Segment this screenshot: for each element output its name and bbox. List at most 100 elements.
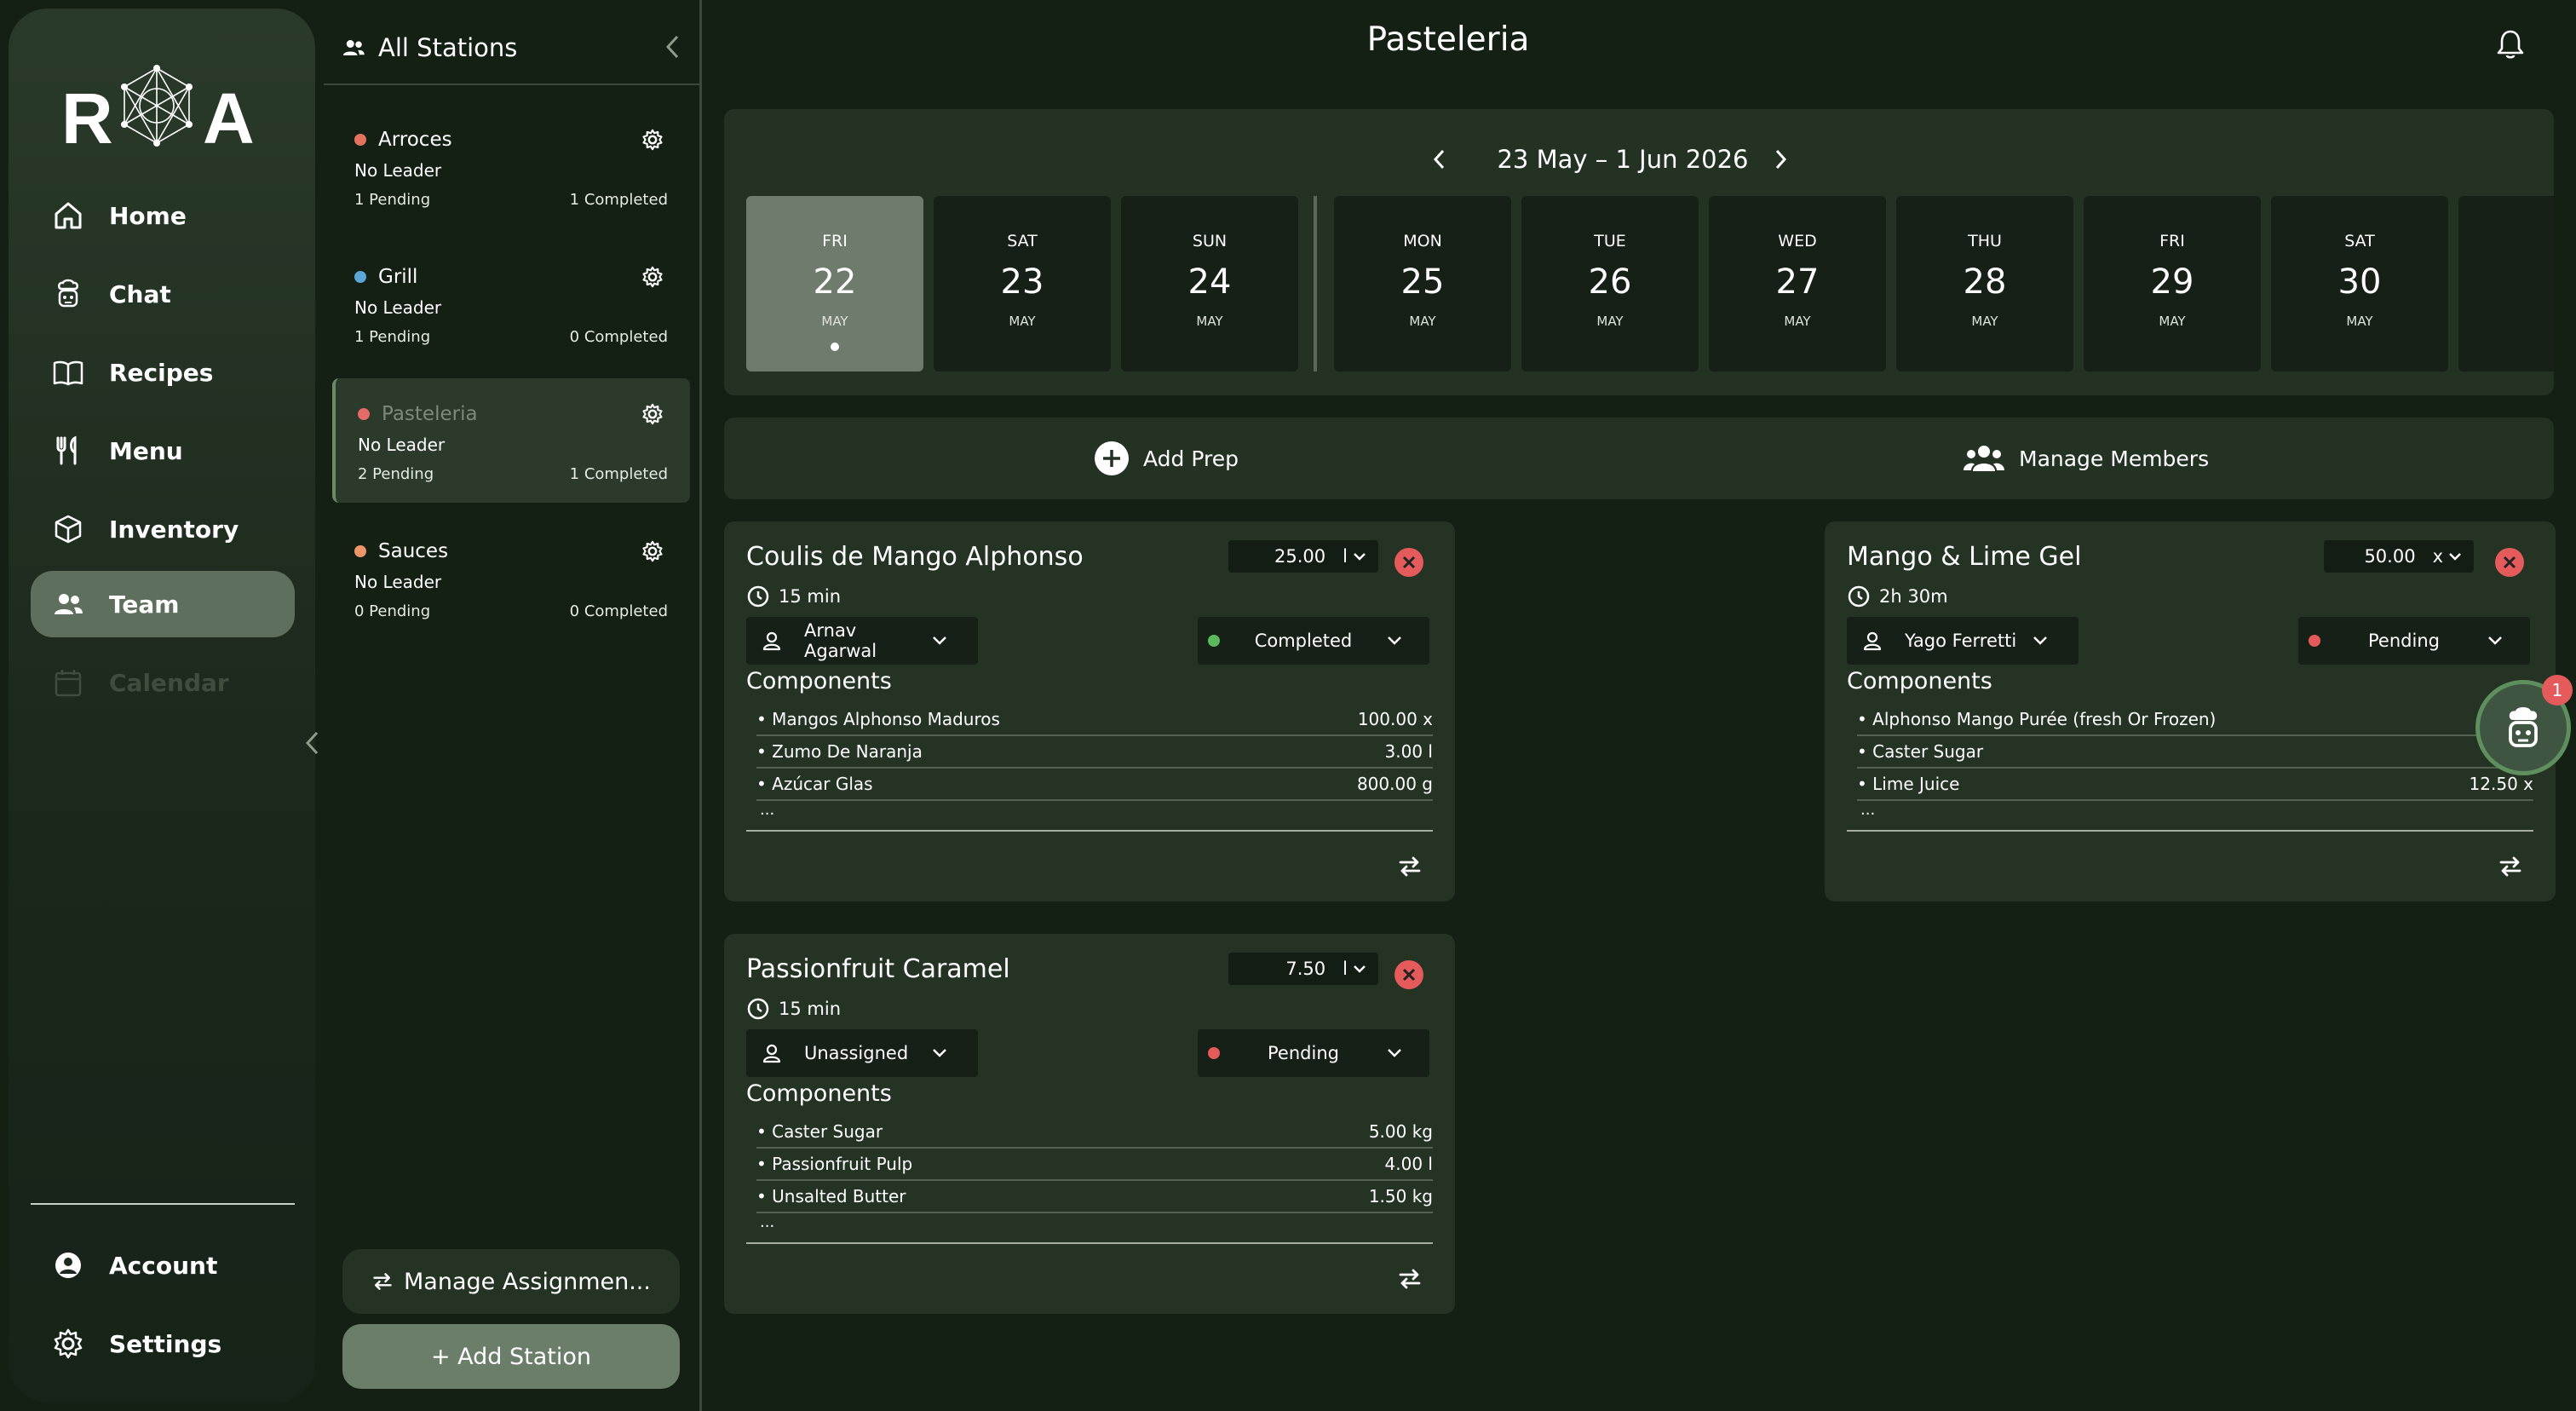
next-week-button[interactable] [1772, 147, 1789, 172]
delete-prep-button[interactable] [1394, 547, 1424, 578]
station-settings-button[interactable] [641, 539, 664, 563]
chevron-down-icon [1388, 636, 1401, 645]
fork-knife-icon [56, 435, 77, 465]
logo-letter-right: A [203, 78, 255, 158]
day-cell[interactable]: FRI 22 MAY [746, 196, 923, 371]
reassign-prep-button[interactable] [1397, 1266, 1423, 1292]
prev-week-button[interactable] [1431, 147, 1448, 172]
nav-label: Account [109, 1251, 218, 1280]
station-item-sauces[interactable]: Sauces No Leader 0 Pending 0 Completed [332, 515, 690, 640]
station-settings-button[interactable] [641, 265, 664, 289]
day-cell[interactable]: THU 28 MAY [1896, 196, 2073, 371]
page-title: Pasteleria [1366, 20, 1530, 59]
team-icon [343, 40, 365, 55]
station-item-grill[interactable]: Grill No Leader 1 Pending 0 Completed [332, 241, 690, 366]
notifications-button[interactable] [2496, 29, 2525, 60]
day-number: 22 [813, 262, 857, 302]
swap-icon [2499, 856, 2521, 877]
day-cell[interactable]: SAT 23 MAY [934, 196, 1111, 371]
station-pending-count: 1 Pending [354, 191, 431, 209]
day-cell[interactable]: MON 25 MAY [1334, 196, 1511, 371]
nav-label: Team [109, 590, 180, 619]
prep-title: Coulis de Mango Alphonso [746, 542, 1084, 572]
component-row: • Caster Sugar 5.00 kg [756, 1116, 1433, 1149]
day-of-week: FRI [2159, 232, 2185, 251]
station-item-arroces[interactable]: Arroces No Leader 1 Pending 1 Completed [332, 104, 690, 228]
day-cell[interactable]: FRI 29 MAY [2084, 196, 2261, 371]
assignee-name: Unassigned [804, 1043, 909, 1063]
component-amount: 100.00 x [1357, 709, 1433, 729]
prep-card: Passionfruit Caramel 7.50 l 15 min Unass… [724, 934, 1455, 1314]
chevron-down-icon [2488, 636, 2502, 645]
chef-bot-icon [58, 279, 78, 308]
nav-recipes[interactable]: Recipes [31, 339, 295, 406]
components-more: ... [760, 1213, 775, 1231]
nav-account[interactable]: Account [31, 1232, 295, 1299]
main-nav: R A Home Chat Recipes Menu Inventory Tea… [9, 9, 315, 1402]
day-cell[interactable]: SAT 30 MAY [2271, 196, 2448, 371]
nav-label: Settings [109, 1329, 222, 1358]
add-prep-button[interactable]: Add Prep [1094, 418, 1239, 499]
swap-icon [1399, 856, 1421, 877]
collapse-nav-button[interactable] [300, 726, 325, 760]
prep-card: Mango & Lime Gel 50.00 x 2h 30m Yago Fer… [1825, 521, 2556, 901]
station-item-pasteleria[interactable]: Pasteleria No Leader 2 Pending 1 Complet… [332, 378, 690, 503]
clock-icon [747, 585, 769, 608]
station-settings-button[interactable] [641, 402, 664, 426]
quantity-input[interactable]: 25.00 l [1228, 540, 1378, 573]
station-settings-button[interactable] [641, 128, 664, 152]
component-name: • Lime Juice [1857, 774, 1960, 794]
day-cell[interactable]: WED 27 MAY [1709, 196, 1886, 371]
station-name: Pasteleria [382, 403, 478, 425]
nav-inventory[interactable]: Inventory [31, 496, 295, 562]
delete-prep-button[interactable] [2494, 547, 2525, 578]
reassign-prep-button[interactable] [2498, 854, 2523, 879]
nav-label: Chat [109, 279, 171, 308]
day-number: 23 [1000, 262, 1044, 302]
quantity-input[interactable]: 50.00 x [2324, 540, 2474, 573]
prep-time: 2h 30m [1879, 586, 1948, 607]
divider [324, 84, 702, 85]
reassign-prep-button[interactable] [1397, 854, 1423, 879]
status-select[interactable]: Completed [1198, 617, 1429, 665]
chevron-down-icon [2033, 636, 2047, 645]
person-icon [762, 631, 781, 651]
manage-members-button[interactable]: Manage Members [1963, 418, 2209, 499]
day-cell[interactable]: SUN 24 MAY [1121, 196, 1298, 371]
components-list: • Caster Sugar 5.00 kg • Passionfruit Pul… [756, 1116, 1433, 1241]
station-actions-bar: Add Prep Manage Members [724, 418, 2554, 499]
add-station-button[interactable]: + Add Station [342, 1324, 680, 1389]
status-select[interactable]: Pending [1198, 1029, 1429, 1077]
assignee-select[interactable]: Arnav Agarwal [746, 617, 978, 665]
prep-title: Mango & Lime Gel [1847, 542, 2082, 572]
collapse-stations-button[interactable] [664, 34, 681, 60]
day-month: MAY [1196, 314, 1223, 329]
assignee-select[interactable]: Unassigned [746, 1029, 978, 1077]
stations-header: All Stations [341, 27, 681, 68]
station-completed-count: 0 Completed [569, 602, 668, 620]
prep-time: 15 min [779, 586, 841, 607]
day-cell[interactable]: S [2458, 196, 2554, 371]
nav-settings[interactable]: Settings [31, 1310, 295, 1377]
manage-assignments-button[interactable]: Manage Assignmen... [342, 1249, 680, 1314]
component-row: • Alphonso Mango Purée (fresh Or Frozen) [1857, 704, 2533, 736]
week-separator [1314, 196, 1317, 371]
swap-icon [1399, 1269, 1421, 1289]
gear-icon [642, 540, 663, 562]
day-cell[interactable]: TUE 26 MAY [1521, 196, 1699, 371]
component-row: • Lime Juice 12.50 x [1857, 769, 2533, 801]
station-name: Grill [378, 266, 418, 288]
unit-value: l [1343, 959, 1348, 979]
nav-menu[interactable]: Menu [31, 418, 295, 484]
nav-home[interactable]: Home [31, 182, 295, 249]
nav-chat[interactable]: Chat [31, 261, 295, 327]
nav-team[interactable]: Team [31, 571, 295, 637]
chef-bot-icon [2509, 707, 2538, 747]
quantity-input[interactable]: 7.50 l [1228, 953, 1378, 985]
status-select[interactable]: Pending [2298, 617, 2530, 665]
status-label: Pending [1268, 1043, 1339, 1063]
day-month: MAY [1409, 314, 1436, 329]
assignee-select[interactable]: Yago Ferretti [1847, 617, 2079, 665]
chevron-down-icon [1354, 965, 1366, 973]
delete-prep-button[interactable] [1394, 959, 1424, 990]
